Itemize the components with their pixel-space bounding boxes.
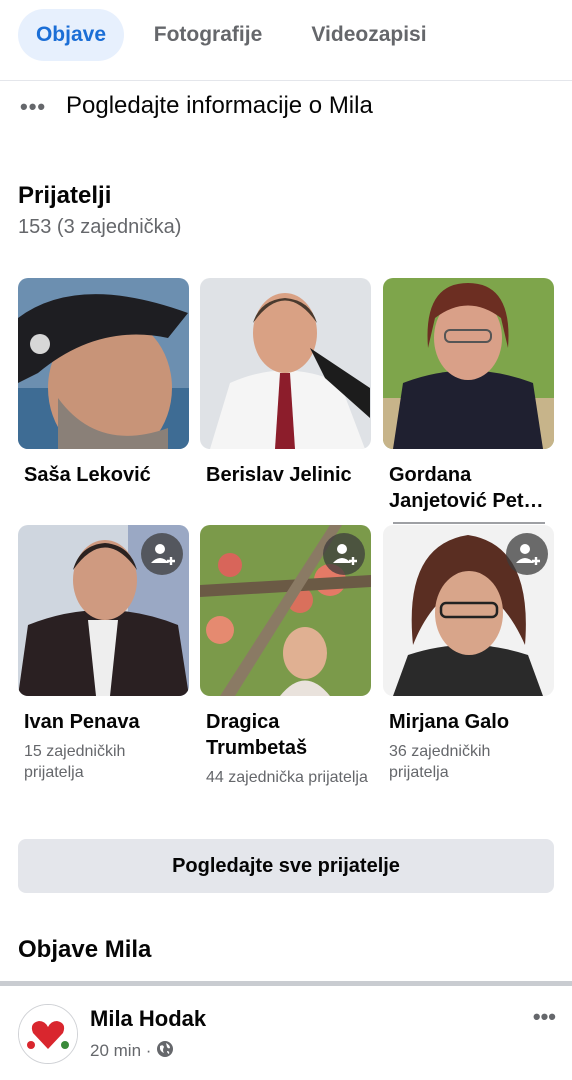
about-info-link[interactable]: ••• Pogledajte informacije o Mila [0, 84, 572, 128]
add-friend-icon [151, 544, 175, 565]
see-all-friends-button[interactable]: Pogledajte sve prijatelje [18, 839, 554, 893]
friend-card[interactable]: Saša Leković [18, 278, 189, 498]
post-author[interactable]: Mila Hodak [90, 1006, 206, 1032]
more-icon: ••• [20, 94, 47, 119]
friend-name[interactable]: Berislav Jelinic [206, 462, 371, 488]
friend-card[interactable]: Berislav Jelinic [200, 278, 371, 498]
friend-photo[interactable] [200, 278, 371, 449]
mutual-friends-count: 44 zajednička prijatelja [206, 769, 368, 786]
divider [393, 522, 545, 524]
post-time[interactable]: 20 min [90, 1041, 141, 1060]
mutual-friends-count: 36 zajedničkih prijatelja [389, 743, 491, 781]
friend-name[interactable]: Gordana Janjetović Pet… [389, 462, 554, 514]
posts-section-title: Objave Mila [18, 936, 152, 963]
friend-name[interactable]: Mirjana Galo [389, 709, 554, 735]
friends-count: 153 (3 zajednička) [18, 216, 182, 238]
friend-photo[interactable] [200, 525, 371, 696]
add-friend-icon [516, 544, 540, 565]
friend-photo[interactable] [18, 525, 189, 696]
friend-card[interactable]: Ivan Penava 15 zajedničkih prijatelja [18, 525, 189, 785]
post-header: Mila Hodak 20 min · ••• [0, 986, 572, 1080]
add-friend-button[interactable] [141, 533, 183, 575]
globe-icon [156, 1040, 174, 1063]
friend-card[interactable]: Gordana Janjetović Pet… [383, 278, 554, 528]
friend-card[interactable]: Dragica Trumbetaš 44 zajednička prijatel… [200, 525, 371, 815]
avatar[interactable] [18, 1004, 78, 1064]
meta-separator: · [145, 1040, 152, 1060]
profile-tabs: Objave Fotografije Videozapisi [0, 0, 572, 81]
tab-videozapisi[interactable]: Videozapisi [298, 9, 440, 61]
friend-photo[interactable] [383, 525, 554, 696]
tab-fotografije[interactable]: Fotografije [144, 9, 272, 61]
tab-objave[interactable]: Objave [18, 9, 124, 61]
friend-card[interactable]: Mirjana Galo 36 zajedničkih prijatelja [383, 525, 554, 785]
add-friend-icon [333, 544, 357, 565]
post-more-button[interactable]: ••• [533, 1004, 556, 1030]
add-friend-button[interactable] [506, 533, 548, 575]
friend-name[interactable]: Saša Leković [24, 462, 189, 488]
friend-name[interactable]: Ivan Penava [24, 709, 189, 735]
friend-name[interactable]: Dragica Trumbetaš [206, 709, 371, 761]
friend-photo[interactable] [383, 278, 554, 449]
about-info-text: Pogledajte informacije o Mila [66, 92, 373, 119]
friends-title[interactable]: Prijatelji [18, 182, 111, 210]
add-friend-button[interactable] [323, 533, 365, 575]
mutual-friends-count: 15 zajedničkih prijatelja [24, 743, 126, 781]
post-meta: 20 min · [90, 1040, 174, 1063]
friend-photo[interactable] [18, 278, 189, 449]
